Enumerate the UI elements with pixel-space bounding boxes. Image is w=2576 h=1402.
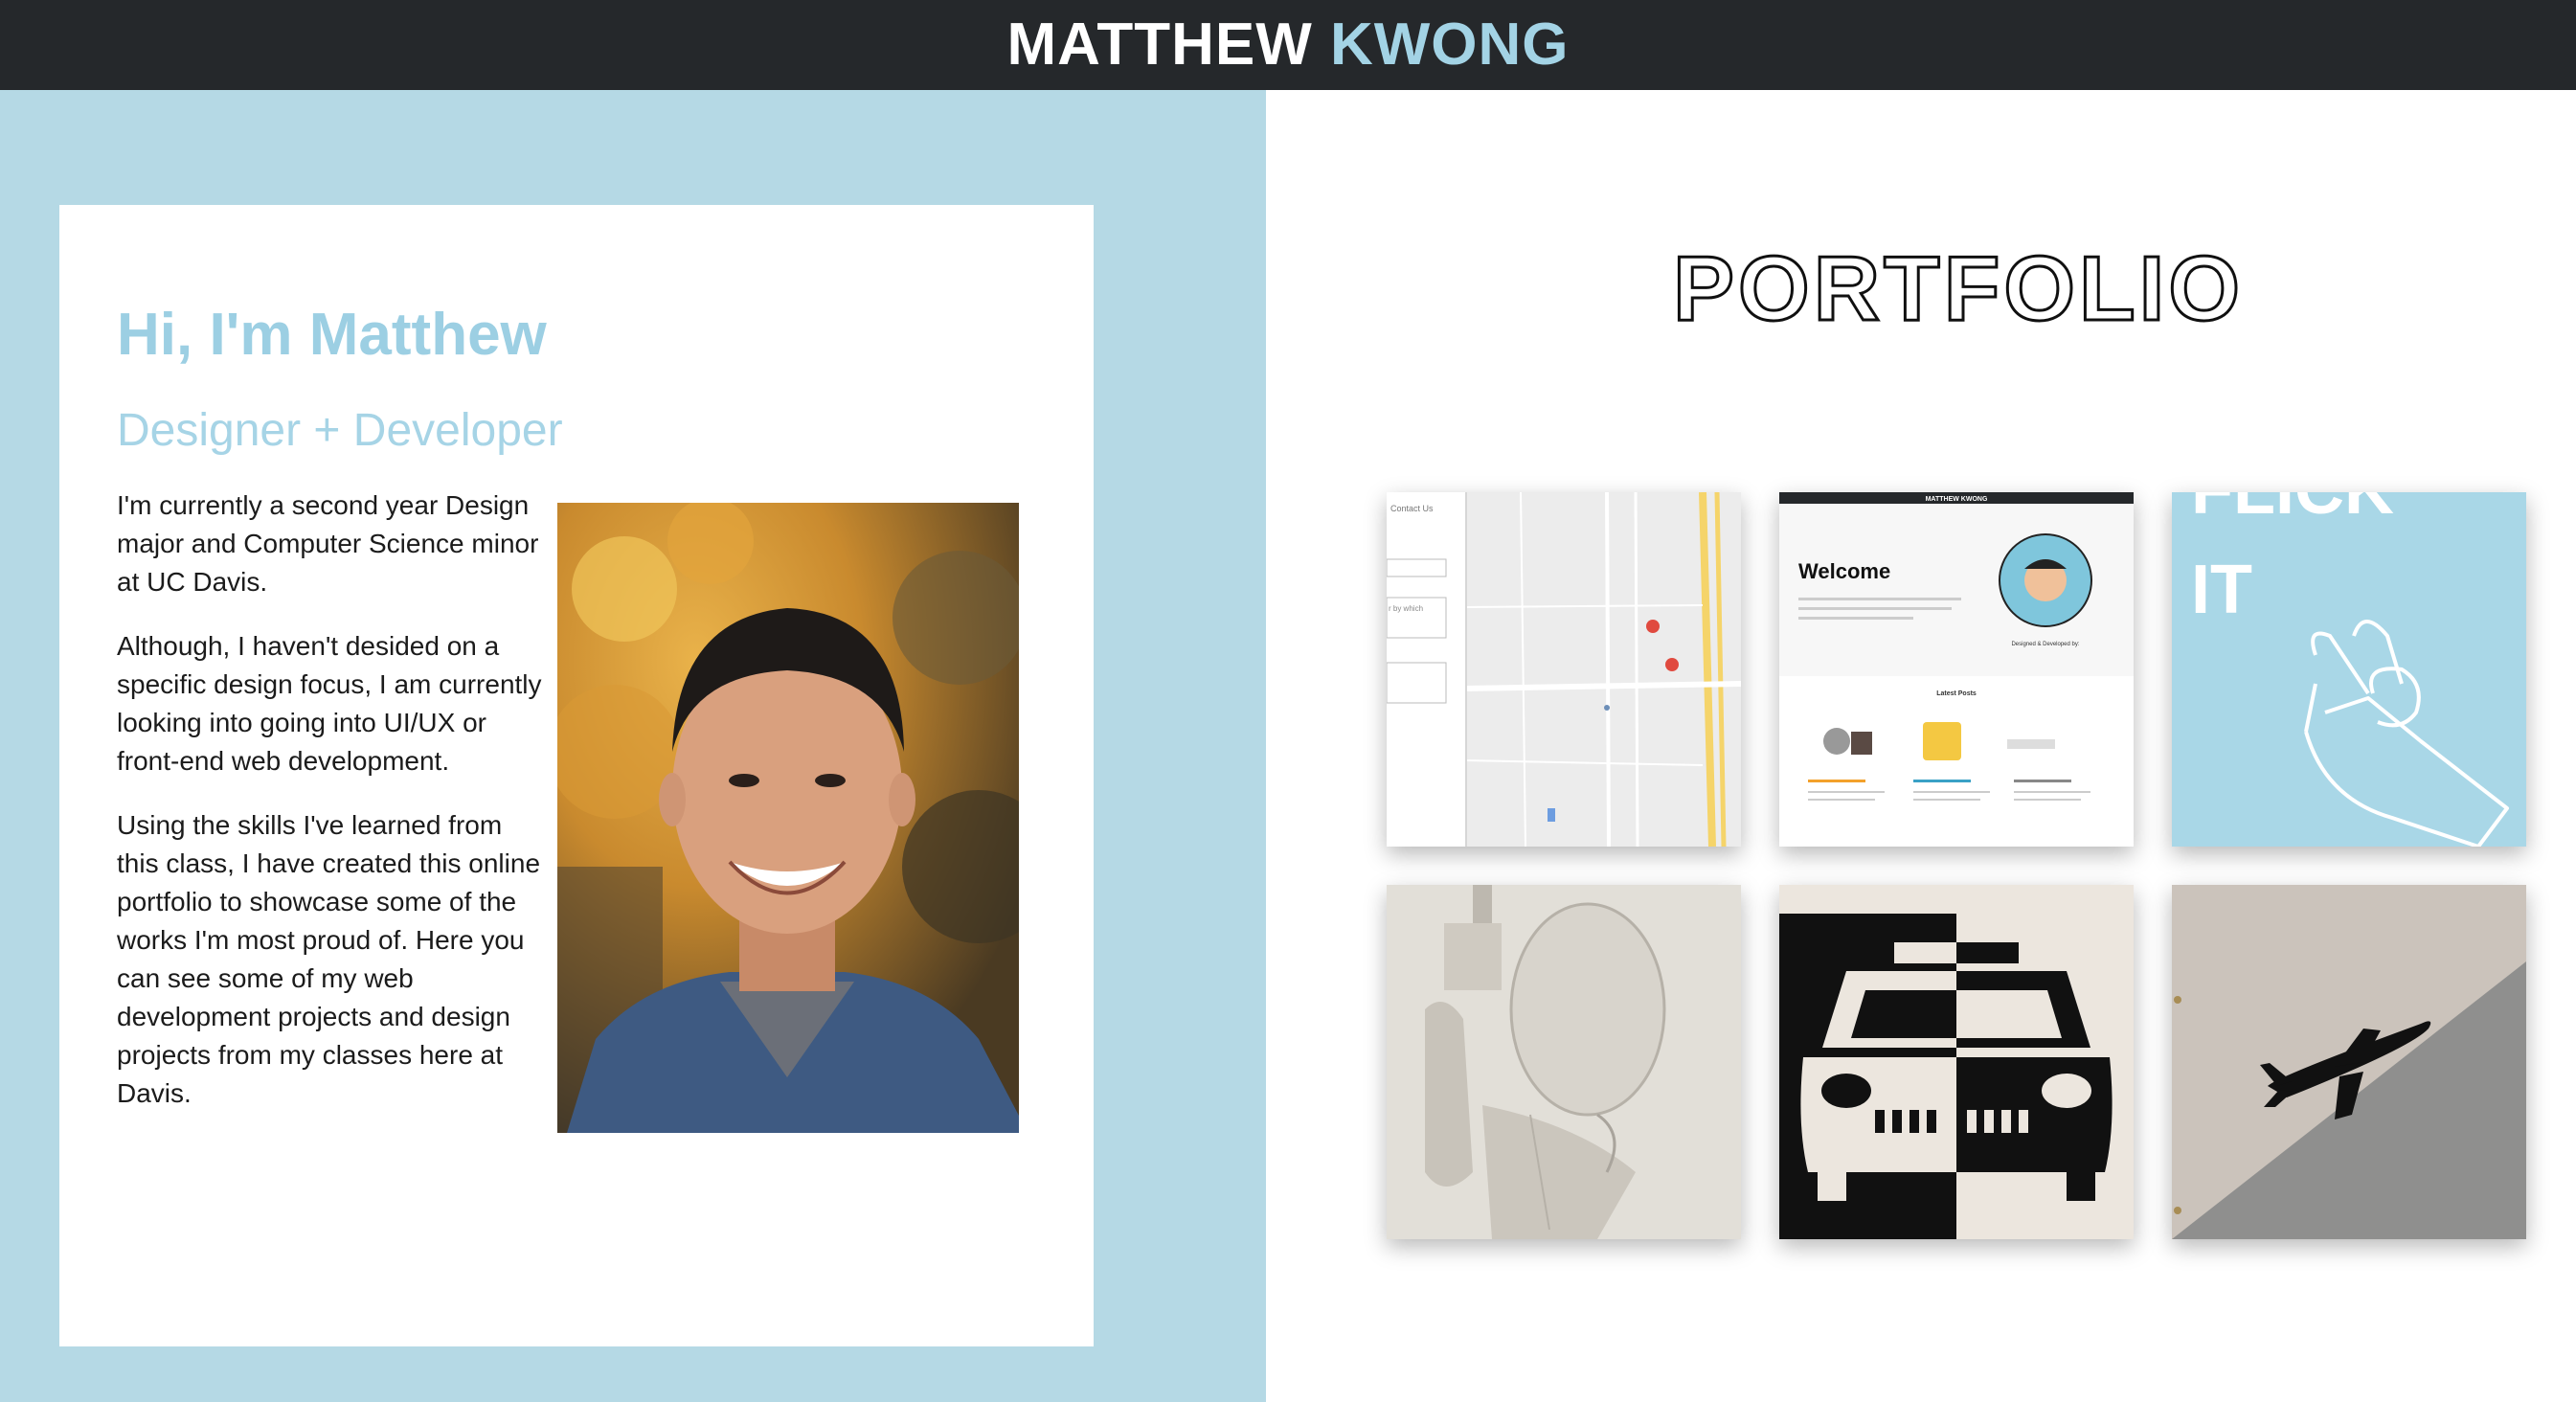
site-header: MATTHEW KWONG bbox=[0, 0, 2576, 90]
portfolio-tile-map-contact[interactable]: Contact Us r by which bbox=[1387, 492, 1741, 847]
logo-first-name: MATTHEW bbox=[1006, 11, 1313, 78]
portfolio-heading: PORTFOLIO PORTFOLIO bbox=[1647, 237, 2270, 342]
intro-card: Hi, I'm Matthew Designer + Developer I'm… bbox=[59, 205, 1094, 1346]
contact-label: Contact Us bbox=[1390, 504, 1434, 513]
contact-field-hint: r by which bbox=[1389, 604, 1423, 613]
portfolio-tile-airplane[interactable] bbox=[2172, 885, 2526, 1239]
bio-paragraph: Using the skills I've learned from this … bbox=[117, 810, 541, 1108]
portfolio-tile-taxi-graphic[interactable] bbox=[1779, 885, 2134, 1239]
bio-text: I'm currently a second year Design major… bbox=[117, 486, 548, 1139]
blog-site-title: MATTHEW KWONG bbox=[1926, 496, 1988, 503]
portfolio-tile-flick-it[interactable]: FLICK IT bbox=[2172, 492, 2526, 847]
blog-designed-by: Designed & Developed by: bbox=[2011, 642, 2079, 647]
blog-welcome: Welcome bbox=[1798, 559, 1890, 583]
portfolio-title-outline: PORTFOLIO bbox=[1673, 239, 2244, 335]
blog-latest-posts: Latest Posts bbox=[1936, 690, 1977, 697]
it-text: IT bbox=[2191, 552, 2252, 628]
role-subheading: Designer + Developer bbox=[117, 405, 563, 456]
profile-photo bbox=[557, 503, 1019, 1133]
portfolio-tile-pencil-drawing[interactable] bbox=[1387, 885, 1741, 1239]
site-logo[interactable]: MATTHEW KWONG bbox=[1007, 15, 1570, 75]
logo-last-name: KWONG bbox=[1329, 11, 1570, 78]
bio-paragraph: I'm currently a second year Design major… bbox=[117, 490, 539, 597]
flick-text: FLICK bbox=[2191, 492, 2394, 529]
greeting-heading: Hi, I'm Matthew bbox=[117, 302, 547, 368]
portfolio-tile-blog-website[interactable]: MATTHEW KWONG Welcome Designed & Develop… bbox=[1779, 492, 2134, 847]
bio-paragraph: Although, I haven't desided on a specifi… bbox=[117, 631, 542, 776]
intro-section: Hi, I'm Matthew Designer + Developer I'm… bbox=[0, 90, 1266, 1402]
